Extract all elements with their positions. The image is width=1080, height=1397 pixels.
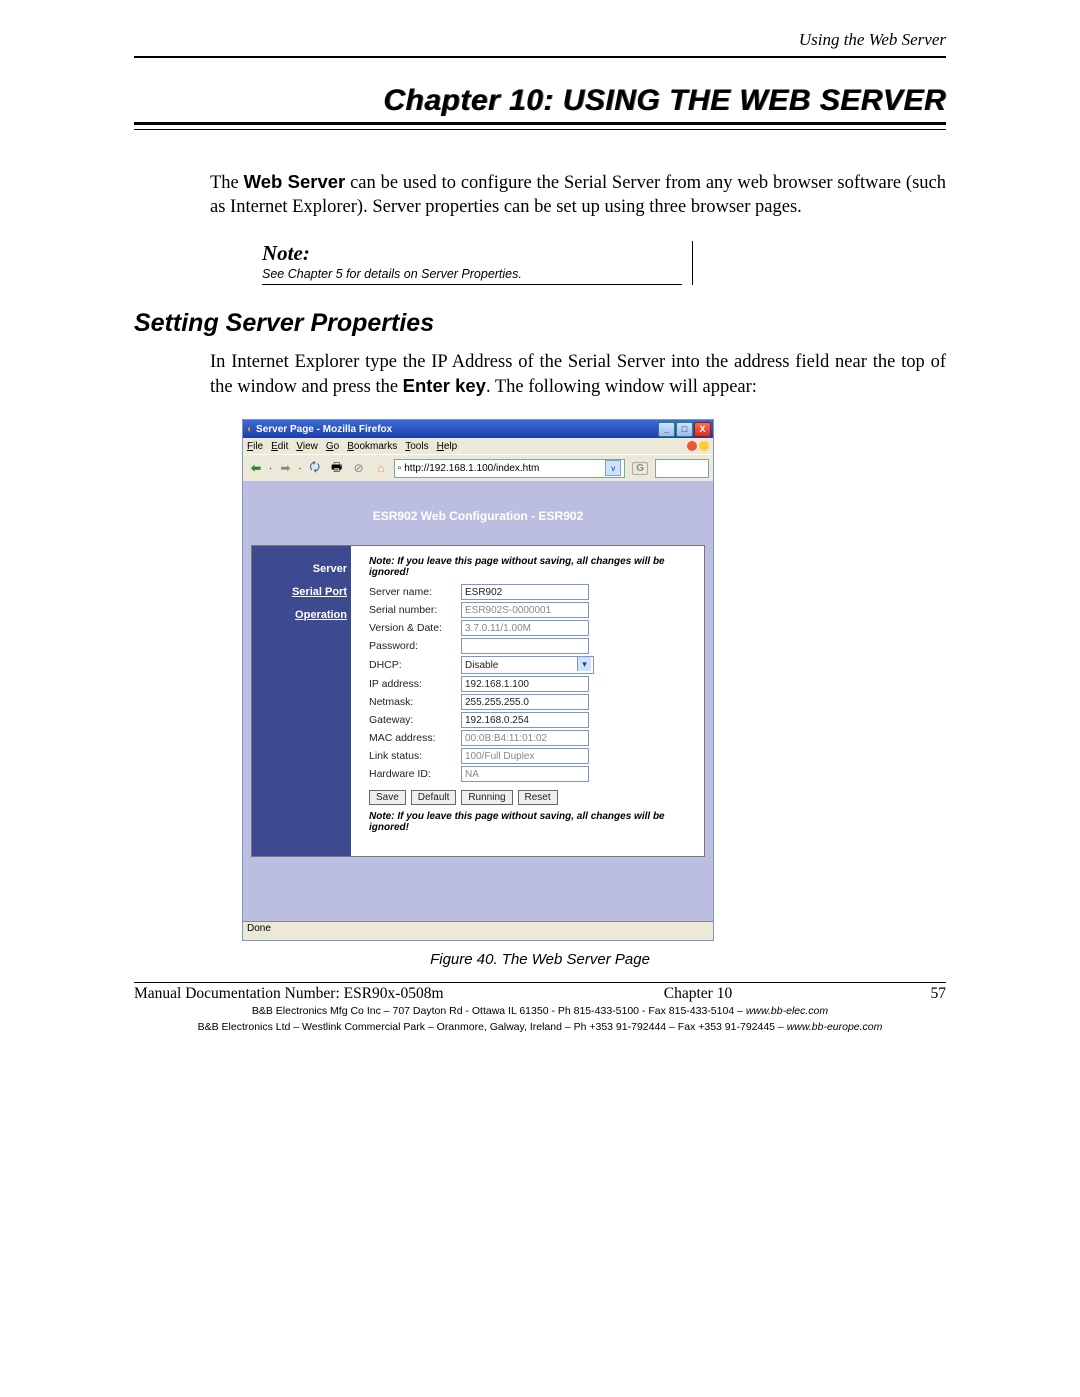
- warning-bottom: Note: If you leave this page without sav…: [369, 811, 694, 833]
- section-body: In Internet Explorer type the IP Address…: [210, 350, 946, 399]
- label-ip-address: IP address:: [369, 678, 461, 690]
- page-content: ESR902 Web Configuration - ESR902 Server…: [243, 481, 713, 921]
- forward-button[interactable]: ➡: [276, 459, 294, 477]
- label-hardware-id: Hardware ID:: [369, 768, 461, 780]
- input-ip-address[interactable]: 192.168.1.100: [461, 676, 589, 692]
- label-server-name: Server name:: [369, 586, 461, 598]
- rule-under-title-2: [134, 129, 946, 130]
- running-button[interactable]: Running: [461, 790, 512, 805]
- chapter-title: Chapter 10: USING THE WEB SERVER: [134, 84, 946, 118]
- button-row: Save Default Running Reset: [369, 790, 694, 805]
- firefox-icon: ◐: [247, 424, 253, 435]
- reset-button[interactable]: Reset: [518, 790, 558, 805]
- menu-go[interactable]: Go: [326, 441, 339, 452]
- rule-top: [134, 56, 946, 58]
- running-header: Using the Web Server: [134, 30, 946, 50]
- default-button[interactable]: Default: [411, 790, 457, 805]
- select-dhcp[interactable]: Disable: [461, 656, 594, 674]
- config-panel: Server Serial Port Operation Note: If yo…: [251, 545, 705, 857]
- input-serial-number: ESR902S-0000001: [461, 602, 589, 618]
- footer-company-us: B&B Electronics Mfg Co Inc – 707 Dayton …: [134, 1005, 946, 1019]
- footer-chapter: Chapter 10: [510, 985, 886, 1003]
- footer-company-eu: B&B Electronics Ltd – Westlink Commercia…: [134, 1021, 946, 1035]
- rule-under-title-1: [134, 122, 946, 125]
- config-title: ESR902 Web Configuration - ESR902: [243, 509, 713, 523]
- reload-button[interactable]: 🗘: [306, 459, 324, 477]
- input-hardware-id: NA: [461, 766, 589, 782]
- status-bar: Done: [243, 921, 713, 940]
- footer-doc-number: Manual Documentation Number: ESR90x-0508…: [134, 985, 510, 1003]
- side-nav: Server Serial Port Operation: [252, 546, 351, 856]
- input-version-date: 3.7.0.11/1.00M: [461, 620, 589, 636]
- section-title: Setting Server Properties: [134, 309, 946, 338]
- note-box: Note: See Chapter 5 for details on Serve…: [262, 241, 693, 285]
- section-body-b: . The following window will appear:: [486, 377, 757, 397]
- home-button[interactable]: ⌂: [372, 459, 390, 477]
- intro-bold: Web Server: [244, 171, 346, 192]
- address-bar[interactable]: ▫ http://192.168.1.100/index.htm v: [394, 459, 626, 478]
- intro-pre: The: [210, 173, 244, 193]
- screenshot-window: ◐ Server Page - Mozilla Firefox _ □ X Fi…: [242, 419, 714, 941]
- label-version-date: Version & Date:: [369, 622, 461, 634]
- footer-page-number: 57: [886, 985, 946, 1003]
- input-netmask[interactable]: 255.255.255.0: [461, 694, 589, 710]
- label-mac-address: MAC address:: [369, 732, 461, 744]
- nav-serial-port[interactable]: Serial Port: [252, 583, 347, 602]
- input-mac-address: 00:0B:B4:11:01:02: [461, 730, 589, 746]
- label-gateway: Gateway:: [369, 714, 461, 726]
- menu-file[interactable]: File: [247, 441, 263, 452]
- note-body: See Chapter 5 for details on Server Prop…: [262, 267, 682, 285]
- window-titlebar[interactable]: ◐ Server Page - Mozilla Firefox _ □ X: [243, 420, 713, 438]
- page-footer: Manual Documentation Number: ESR90x-0508…: [134, 982, 946, 1034]
- input-password[interactable]: [461, 638, 589, 654]
- figure-caption: Figure 40. The Web Server Page: [134, 951, 946, 968]
- menu-tools[interactable]: Tools: [405, 441, 428, 452]
- label-netmask: Netmask:: [369, 696, 461, 708]
- nav-server[interactable]: Server: [313, 563, 347, 575]
- save-button[interactable]: Save: [369, 790, 406, 805]
- footer-us-text: B&B Electronics Mfg Co Inc – 707 Dayton …: [252, 1005, 746, 1017]
- back-button[interactable]: ⬅: [247, 459, 265, 477]
- maximize-button[interactable]: □: [676, 422, 693, 437]
- toolbar: ⬅ · ➡ · 🗘 🖶 ⊘ ⌂ ▫ http://192.168.1.100/i…: [243, 454, 713, 481]
- page-icon: ▫: [398, 463, 402, 474]
- footer-us-url: www.bb-elec.com: [746, 1005, 828, 1017]
- search-box[interactable]: [655, 459, 709, 478]
- footer-rule: [134, 982, 946, 983]
- menubar: File Edit View Go Bookmarks Tools Help: [243, 438, 713, 454]
- minimize-button[interactable]: _: [658, 422, 675, 437]
- note-label: Note:: [262, 241, 682, 266]
- menu-bookmarks[interactable]: Bookmarks: [347, 441, 397, 452]
- form-area: Note: If you leave this page without sav…: [351, 546, 704, 856]
- input-link-status: 100/Full Duplex: [461, 748, 589, 764]
- url-dropdown-icon[interactable]: v: [605, 460, 621, 476]
- nav-operation[interactable]: Operation: [252, 606, 347, 625]
- menu-help[interactable]: Help: [437, 441, 458, 452]
- throbber-icon: [687, 441, 697, 451]
- print-button[interactable]: 🖶: [328, 459, 346, 477]
- label-link-status: Link status:: [369, 750, 461, 762]
- go-button[interactable]: G: [632, 462, 648, 475]
- input-server-name[interactable]: ESR902: [461, 584, 589, 600]
- menu-view[interactable]: View: [296, 441, 318, 452]
- label-password: Password:: [369, 640, 461, 652]
- section-body-bold: Enter key: [403, 375, 486, 396]
- footer-eu-text: B&B Electronics Ltd – Westlink Commercia…: [198, 1021, 787, 1033]
- stop-button[interactable]: ⊘: [350, 459, 368, 477]
- close-button[interactable]: X: [694, 422, 711, 437]
- window-title: Server Page - Mozilla Firefox: [256, 424, 392, 435]
- warning-top: Note: If you leave this page without sav…: [369, 556, 694, 578]
- label-dhcp: DHCP:: [369, 659, 461, 671]
- url-text: http://192.168.1.100/index.htm: [404, 463, 539, 474]
- label-serial-number: Serial number:: [369, 604, 461, 616]
- menu-edit[interactable]: Edit: [271, 441, 288, 452]
- input-gateway[interactable]: 192.168.0.254: [461, 712, 589, 728]
- footer-eu-url: www.bb-europe.com: [787, 1021, 883, 1033]
- throbber-icon-2: [699, 441, 709, 451]
- intro-paragraph: The Web Server can be used to configure …: [210, 170, 946, 219]
